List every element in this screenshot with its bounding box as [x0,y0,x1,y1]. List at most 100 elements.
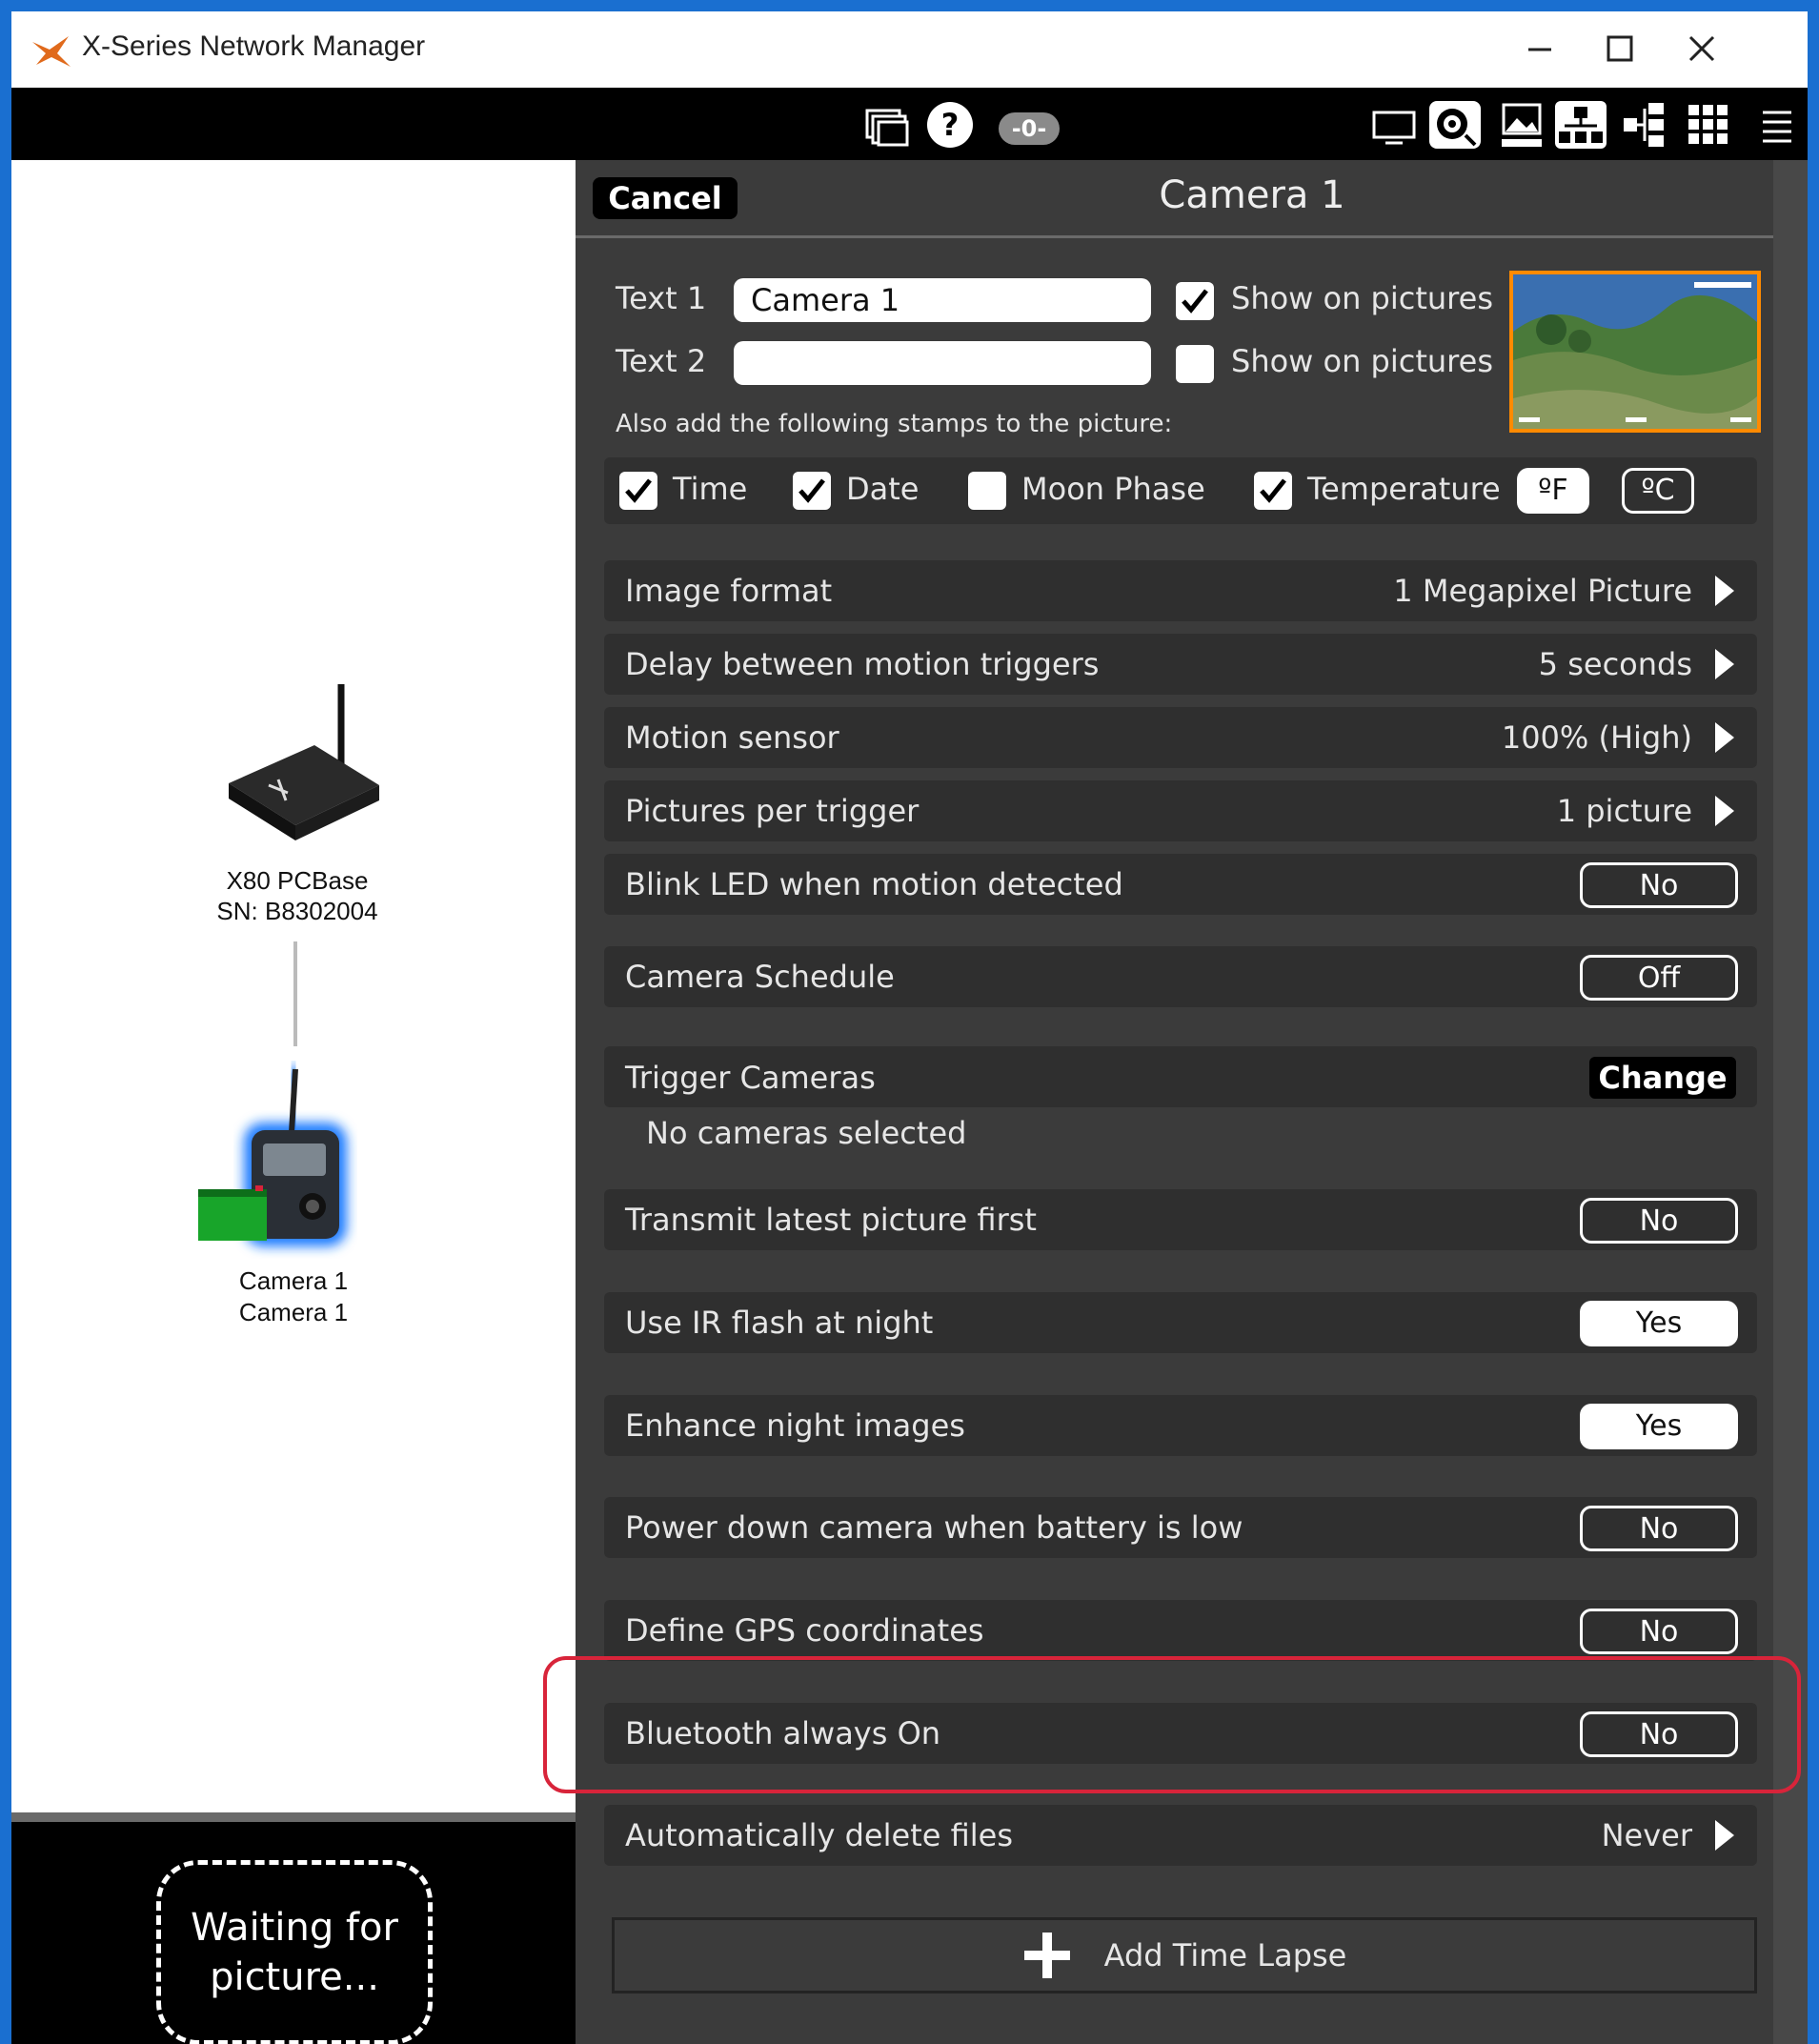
scrollbar[interactable] [1773,160,1808,2044]
trigger-cameras-section: Trigger Cameras Change No cameras select… [604,1046,1757,1170]
waiting-for-picture-placeholder: Waiting for picture... [156,1860,433,2044]
date-checkbox[interactable] [793,472,831,510]
setting-auto-delete-files[interactable]: Automatically delete files Never [604,1805,1757,1866]
stamps-intro: Also add the following stamps to the pic… [616,410,1173,438]
setting-label: Blink LED when motion detected [625,866,1123,902]
change-trigger-cameras-button[interactable]: Change [1589,1057,1736,1099]
svg-text:?: ? [941,107,960,143]
fahrenheit-button[interactable]: ºF [1517,468,1589,514]
ir-flash-toggle[interactable]: Yes [1580,1301,1738,1346]
blink-led-toggle[interactable]: No [1580,862,1738,908]
panel-header: Cancel Camera 1 [576,160,1773,238]
app-logo-icon [30,32,72,71]
setting-label: Bluetooth always On [625,1715,941,1751]
network-connector [293,941,297,1046]
setting-pictures-per-trigger[interactable]: Pictures per trigger 1 picture [604,780,1757,841]
setting-label: Transmit latest picture first [625,1202,1037,1238]
camera-settings-panel: Cancel Camera 1 Text 1 Camera 1 Show on … [576,160,1808,2044]
chevron-right-icon [1711,647,1736,681]
text1-label: Text 1 [616,280,707,316]
panel-title: Camera 1 [1159,173,1345,217]
setting-image-format[interactable]: Image format 1 Megapixel Picture [604,560,1757,621]
bluetooth-toggle[interactable]: No [1580,1711,1738,1757]
pictures-icon[interactable] [1498,99,1546,151]
gps-toggle[interactable]: No [1580,1609,1738,1654]
setting-value: 5 seconds [1538,646,1692,682]
tree-icon[interactable] [1620,99,1667,151]
time-checkbox[interactable] [619,472,657,510]
network-view: X80 PCBase SN: B8302004 Camera 1 Camera … [11,160,576,2044]
setting-label: Pictures per trigger [625,793,920,829]
camera-settings-icon[interactable] [1427,99,1483,151]
setting-delay-between-triggers[interactable]: Delay between motion triggers 5 seconds [604,634,1757,695]
minimize-icon[interactable] [1511,25,1568,72]
setting-enhance-night: Enhance night images Yes [604,1395,1757,1456]
chevron-right-icon [1711,574,1736,608]
network-icon[interactable] [1553,99,1608,151]
base-name: X80 PCBase [226,866,369,895]
setting-value: Never [1601,1817,1692,1853]
cancel-button[interactable]: Cancel [593,177,738,219]
text1-field[interactable]: Camera 1 [734,278,1151,322]
enhance-night-toggle[interactable]: Yes [1580,1404,1738,1449]
window-title: X-Series Network Manager [82,30,426,62]
setting-label: Enhance night images [625,1407,965,1444]
setting-transmit-latest-first: Transmit latest picture first No [604,1189,1757,1250]
text2-field[interactable] [734,341,1151,385]
setting-label: Delay between motion triggers [625,646,1100,682]
text1-show-label: Show on pictures [1231,280,1493,316]
setting-label: Image format [625,573,833,609]
base-station-icon[interactable] [212,678,383,850]
message-count-badge[interactable]: -0- [999,112,1060,145]
setting-gps-coordinates: Define GPS coordinates No [604,1600,1757,1661]
time-label: Time [673,471,748,507]
title-bar: X-Series Network Manager [11,11,1808,88]
moon-phase-label: Moon Phase [1021,471,1205,507]
setting-ir-flash: Use IR flash at night Yes [604,1292,1757,1353]
camera-thumbnail[interactable] [1509,271,1761,433]
power-down-toggle[interactable]: No [1580,1506,1738,1551]
setting-motion-sensor[interactable]: Motion sensor 100% (High) [604,707,1757,768]
setting-label: Define GPS coordinates [625,1612,984,1649]
monitor-icon[interactable] [1370,99,1418,151]
camera-line1: Camera 1 [238,1266,349,1295]
transmit-latest-toggle[interactable]: No [1580,1198,1738,1244]
setting-label: Camera Schedule [625,959,895,995]
trigger-cameras-row: Trigger Cameras Change [604,1046,1757,1107]
setting-value: 1 Megapixel Picture [1393,573,1692,609]
text1-show-checkbox[interactable] [1176,282,1214,320]
toolbar: ? -0- [11,88,1808,160]
moon-phase-checkbox[interactable] [968,472,1006,510]
setting-camera-schedule: Camera Schedule Off [604,946,1757,1007]
stamps-row: Time Date Moon Phase Temperature ºF ºC [604,457,1757,524]
camera-schedule-toggle[interactable]: Off [1580,955,1738,1001]
text2-show-checkbox[interactable] [1176,345,1214,383]
temperature-label: Temperature [1307,471,1501,507]
app-window: X-Series Network Manager ? -0- X80 PCBas… [11,11,1808,2044]
chevron-right-icon [1711,720,1736,755]
setting-label: Use IR flash at night [625,1305,934,1341]
setting-power-down: Power down camera when battery is low No [604,1497,1757,1558]
setting-blink-led: Blink LED when motion detected No [604,854,1757,915]
close-icon[interactable] [1673,25,1730,72]
setting-bluetooth-always-on: Bluetooth always On No [604,1703,1757,1764]
chevron-right-icon [1711,794,1736,828]
grid-icon[interactable] [1685,99,1732,151]
setting-label: Automatically delete files [625,1817,1013,1853]
camera-device-icon[interactable] [183,1056,374,1265]
camera-line2: Camera 1 [238,1298,349,1326]
add-time-lapse-button[interactable]: Add Time Lapse [612,1917,1757,1993]
date-label: Date [846,471,920,507]
help-icon[interactable]: ? [924,99,976,151]
trigger-cameras-status: No cameras selected [646,1115,967,1151]
temperature-checkbox[interactable] [1254,472,1292,510]
menu-icon[interactable] [1757,99,1795,151]
text2-show-label: Show on pictures [1231,343,1493,379]
setting-label: Motion sensor [625,719,839,756]
setting-value: 100% (High) [1501,719,1692,756]
maximize-icon[interactable] [1591,25,1648,72]
setting-value: 1 picture [1556,793,1692,829]
windows-icon[interactable] [863,99,911,151]
setting-label: Power down camera when battery is low [625,1509,1243,1546]
celsius-button[interactable]: ºC [1622,468,1694,514]
